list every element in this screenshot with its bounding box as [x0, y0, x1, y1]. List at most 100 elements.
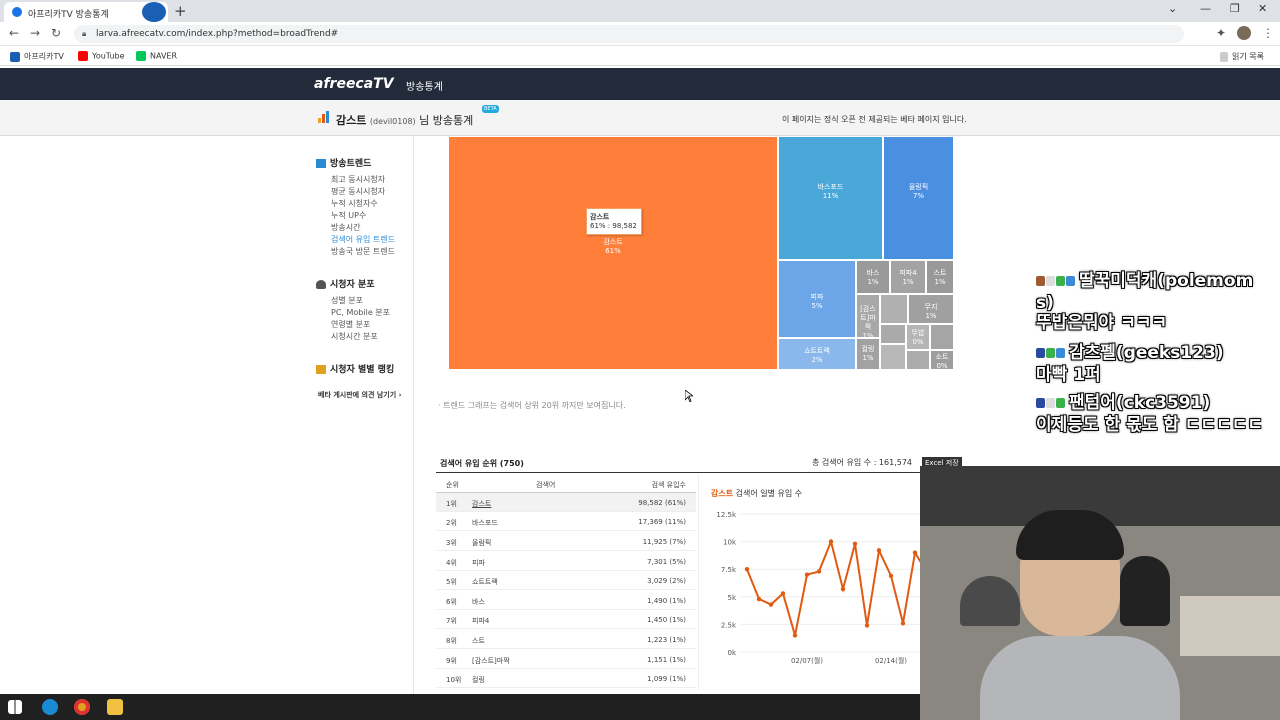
data-point [780, 591, 786, 596]
treemap-cell-filler-d [880, 344, 906, 370]
y-tick-label: 0k [727, 649, 736, 657]
y-tick-label: 5k [727, 594, 736, 602]
data-point [768, 602, 774, 607]
table-row[interactable]: 7위 피파4 1,450 (1%) [436, 610, 696, 629]
site-section-title[interactable]: 방송통계 [406, 78, 443, 93]
reload-button[interactable]: ↻ [51, 26, 61, 40]
back-button[interactable]: ← [9, 26, 19, 40]
table-row[interactable]: 6위 바스 1,490 (1%) [436, 591, 696, 610]
bookmark-afreecatv[interactable]: 아프리카TV [10, 51, 64, 62]
table-row[interactable]: 8위 스트 1,223 (1%) [436, 630, 696, 649]
sub-badge-icon [1046, 348, 1055, 358]
data-point [828, 539, 834, 544]
chrome-icon[interactable] [74, 699, 90, 715]
site-header: afreecaTV 방송통계 [0, 68, 1280, 100]
url-bar[interactable]: 🔒︎ larva.afreecatv.com/index.php?method=… [74, 25, 1184, 43]
sidebar-section-viewer-dist[interactable]: 시청자 분포 [316, 277, 375, 290]
person-icon [316, 280, 326, 289]
y-tick-label: 10k [723, 539, 737, 547]
sidebar-item-broadcast-time[interactable]: 방송시간 [331, 222, 360, 233]
treemap-cell-filler-b [880, 324, 906, 344]
tab-search-icon[interactable]: ⌄ [1168, 2, 1177, 15]
treemap-cell-gamst[interactable]: 감스트 61% [448, 136, 778, 370]
reading-list-icon [1220, 51, 1228, 62]
restore-button[interactable]: ❐ [1230, 2, 1240, 15]
edge-icon[interactable] [42, 699, 58, 715]
naver-icon [136, 51, 146, 61]
data-point [888, 573, 894, 579]
treemap-cell-9[interactable]: [감스트]마짝 1% [856, 294, 880, 340]
sidebar-section-ranking[interactable]: 시청자 별별 랭킹 [316, 362, 394, 375]
sidebar-item-age[interactable]: 연령별 분포 [331, 319, 370, 330]
sidebar-item-total-viewers[interactable]: 누적 시청자수 [331, 198, 378, 209]
treemap-cell-2[interactable]: 바스포드 11% [778, 136, 883, 260]
data-point [912, 550, 918, 555]
webcam-person-background [1120, 556, 1170, 626]
table-row[interactable]: 4위 피파 7,301 (5%) [436, 552, 696, 571]
crown-icon [316, 365, 326, 374]
minimize-button[interactable]: — [1200, 2, 1211, 15]
data-point [744, 567, 750, 572]
chat-message: s) [1036, 293, 1054, 313]
chat-message: 팬텀어(ckc3591) [1036, 392, 1210, 414]
treemap-cell-13[interactable]: 소트 0% [930, 350, 954, 370]
sidebar-item-search-trend[interactable]: 검색어 유입 트렌드 [331, 234, 395, 245]
table-row[interactable]: 10위 컬링 1,099 (1%) [436, 669, 696, 688]
chat-message: 딸꾹미덕캐(polemom [1036, 270, 1253, 292]
table-row[interactable]: 3위 올람픽 11,925 (7%) [436, 532, 696, 551]
reading-list[interactable]: 읽기 목록 [1220, 51, 1264, 62]
series-line [746, 538, 921, 636]
bookmark-naver[interactable]: NAVER [136, 51, 177, 61]
user-badge-icon [1036, 276, 1045, 286]
treemap-cell-3[interactable]: 올람픽 7% [883, 136, 954, 260]
afreecatv-logo[interactable]: afreecaTV [314, 76, 394, 92]
mobile-badge-icon [1066, 276, 1075, 286]
forward-button[interactable]: → [30, 26, 40, 40]
data-point [852, 541, 858, 547]
fan-badge-icon [1046, 398, 1055, 408]
file-explorer-icon[interactable] [107, 699, 123, 715]
mouse-cursor-icon [685, 390, 693, 402]
close-window-button[interactable]: ✕ [1258, 2, 1267, 15]
new-tab-button[interactable]: + [174, 2, 187, 20]
treemap-cell-8[interactable]: 스트 1% [926, 260, 954, 294]
extensions-icon[interactable]: ✦ [1216, 26, 1226, 40]
sidebar-section-broadcast-trend[interactable]: 방송트렌드 [316, 156, 371, 169]
y-tick-label: 2.5k [721, 621, 737, 629]
beta-badge: BETA [482, 105, 499, 113]
chat-badges [1036, 270, 1076, 292]
sidebar-item-pc-mobile[interactable]: PC, Mobile 분포 [331, 307, 390, 318]
chat-badges [1036, 392, 1066, 414]
sidebar-item-total-up[interactable]: 누적 UP수 [331, 210, 366, 221]
browser-tab-strip: 아프리카TV 방송통계 + ⌄ — ❐ ✕ [0, 0, 1280, 22]
bookmarks-bar: 아프리카TV YouTube NAVER 읽기 목록 [0, 46, 1280, 66]
profile-avatar[interactable] [1237, 26, 1251, 40]
treemap-cell-11[interactable]: 뚜밥 0% [906, 324, 930, 350]
menu-icon[interactable]: ⋮ [1262, 26, 1274, 40]
treemap-cell-filler-c [930, 324, 954, 350]
data-point [792, 633, 798, 638]
windows-start-icon[interactable] [8, 700, 22, 714]
treemap-cell-7[interactable]: 피파4 1% [890, 260, 926, 294]
treemap-cell-12[interactable]: 컬링 1% [856, 338, 880, 370]
table-row[interactable]: 5위 쇼트트랙 3,029 (2%) [436, 571, 696, 590]
table-row[interactable]: 2위 바스포드 17,369 (11%) [436, 512, 696, 531]
treemap-cell-5[interactable]: 쇼트트랙 2% [778, 338, 856, 370]
data-point [756, 596, 762, 602]
bookmark-youtube[interactable]: YouTube [78, 51, 125, 61]
table-row[interactable]: 9위 [감스트]마짝 1,151 (1%) [436, 650, 696, 669]
sidebar-item-watch-time[interactable]: 시청시간 분포 [331, 331, 378, 342]
treemap-cell-10[interactable]: 무지 1% [908, 294, 954, 324]
feedback-link[interactable]: 베타 게시판에 의견 남기기 › [318, 390, 401, 400]
treemap-cell-4[interactable]: 피파 5% [778, 260, 856, 338]
sidebar-item-visit-trend[interactable]: 방송국 방문 트렌드 [331, 246, 395, 257]
divider [436, 472, 920, 473]
sidebar-item-avg-viewers[interactable]: 평균 동시시청자 [331, 186, 385, 197]
treemap-tooltip: 감스트 61% : 98,582 [586, 208, 642, 235]
treemap-cell-6[interactable]: 바스 1% [856, 260, 890, 294]
chat-message: 뚜밥은뭐야 ㅋㅋㅋ [1036, 313, 1168, 333]
sidebar-item-gender[interactable]: 성별 분포 [331, 295, 363, 306]
sidebar-item-peak-viewers[interactable]: 최고 동시시청자 [331, 174, 385, 185]
stats-subheader: 감스트 (devil0108) 님 방송통계 BETA 이 페이지는 정식 오픈… [0, 100, 1280, 136]
table-row[interactable]: 1위 감스트 98,582 (61%) [436, 493, 696, 512]
